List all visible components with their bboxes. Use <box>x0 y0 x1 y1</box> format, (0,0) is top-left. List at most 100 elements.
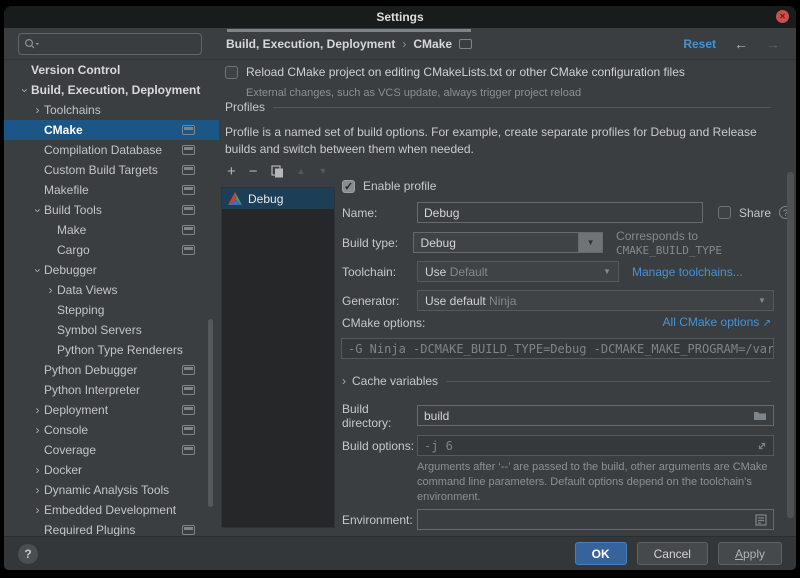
add-profile-button[interactable]: + <box>227 164 236 179</box>
chevron-collapsed-icon[interactable]: › <box>31 404 44 417</box>
build-directory-field[interactable]: build <box>417 405 774 426</box>
sidebar-item-custom-build-targets[interactable]: Custom Build Targets <box>4 160 219 180</box>
combo-arrow-icon[interactable]: ▼ <box>751 296 773 305</box>
sidebar-item-label: Make <box>57 223 86 237</box>
sidebar-item-label: Dynamic Analysis Tools <box>44 483 169 497</box>
move-up-button: ▲ <box>297 164 306 179</box>
screen-icon <box>182 445 195 455</box>
sidebar-item-embedded-development[interactable]: ›Embedded Development <box>4 500 219 520</box>
sidebar-item-cmake[interactable]: CMake <box>4 120 219 140</box>
chevron-expanded-icon[interactable]: › <box>31 204 44 217</box>
sidebar-scrollbar[interactable] <box>208 319 213 507</box>
sidebar-item-label: Cargo <box>57 243 90 257</box>
cache-variables-toggle[interactable]: ›Cache variables <box>342 374 438 388</box>
apply-button[interactable]: Apply <box>718 542 782 565</box>
sidebar-item-version-control[interactable]: Version Control <box>4 60 219 80</box>
sidebar-item-deployment[interactable]: ›Deployment <box>4 400 219 420</box>
sidebar-item-data-views[interactable]: ›Data Views <box>4 280 219 300</box>
cmake-options-field[interactable]: -G Ninja -DCMAKE_BUILD_TYPE=Debug -DCMAK… <box>341 338 774 359</box>
sidebar-item-build-tools[interactable]: ›Build Tools <box>4 200 219 220</box>
sidebar-item-coverage[interactable]: Coverage <box>4 440 219 460</box>
sidebar-item-build-execution-deployment[interactable]: ›Build, Execution, Deployment <box>4 80 219 100</box>
search-input[interactable] <box>43 37 196 51</box>
build-options-field[interactable]: -j 6 <box>417 435 774 456</box>
sidebar-item-label: Docker <box>44 463 82 477</box>
combo-arrow-icon[interactable]: ▼ <box>578 233 602 252</box>
build-type-label: Build type: <box>342 236 413 250</box>
environment-variables-icon[interactable] <box>755 514 767 526</box>
chevron-expanded-icon[interactable]: › <box>18 84 31 97</box>
sidebar-item-python-type-renderers[interactable]: Python Type Renderers <box>4 340 219 360</box>
name-label: Name: <box>342 206 417 220</box>
environment-field[interactable] <box>417 509 774 530</box>
back-arrow-icon[interactable]: ← <box>734 36 748 52</box>
titlebar[interactable]: Settings ✕ <box>4 6 796 28</box>
build-options-label: Build options: <box>342 439 417 453</box>
main-scrollbar[interactable] <box>787 172 794 518</box>
sidebar-item-python-debugger[interactable]: Python Debugger <box>4 360 219 380</box>
share-label: Share <box>739 206 771 220</box>
settings-tree: Version Control›Build, Execution, Deploy… <box>4 60 219 536</box>
folder-icon[interactable] <box>753 410 767 421</box>
close-icon[interactable]: ✕ <box>776 10 789 23</box>
chevron-collapsed-icon[interactable]: › <box>31 504 44 517</box>
sidebar-item-label: Required Plugins <box>44 523 135 536</box>
sidebar-item-make[interactable]: Make <box>4 220 219 240</box>
sidebar-item-cargo[interactable]: Cargo <box>4 240 219 260</box>
section-divider <box>446 381 771 382</box>
chevron-collapsed-icon[interactable]: › <box>44 284 57 297</box>
sidebar-item-label: Data Views <box>57 283 117 297</box>
enable-profile-label: Enable profile <box>363 179 436 193</box>
sidebar-item-toolchains[interactable]: ›Toolchains <box>4 100 219 120</box>
sidebar-item-python-interpreter[interactable]: Python Interpreter <box>4 380 219 400</box>
breadcrumb-item[interactable]: Build, Execution, Deployment <box>226 37 395 51</box>
move-down-button: ▼ <box>318 164 327 179</box>
reload-cmake-checkbox[interactable] <box>225 66 238 79</box>
sidebar-item-label: Version Control <box>31 63 120 77</box>
build-type-select[interactable]: Debug ▼ <box>413 232 604 253</box>
sidebar-item-label: Build Tools <box>44 203 102 217</box>
sidebar-item-dynamic-analysis-tools[interactable]: ›Dynamic Analysis Tools <box>4 480 219 500</box>
sidebar-item-console[interactable]: ›Console <box>4 420 219 440</box>
chevron-expanded-icon[interactable]: › <box>31 264 44 277</box>
enable-profile-checkbox[interactable] <box>342 180 355 193</box>
chevron-collapsed-icon[interactable]: › <box>31 104 44 117</box>
ok-button[interactable]: OK <box>575 542 627 565</box>
profile-list-item-debug[interactable]: Debug <box>222 188 334 209</box>
cmake-settings-panel: Reload CMake project on editing CMakeLis… <box>219 60 796 536</box>
screen-icon <box>182 225 195 235</box>
share-checkbox[interactable] <box>718 206 731 219</box>
sidebar-item-debugger[interactable]: ›Debugger <box>4 260 219 280</box>
forward-arrow-icon: → <box>766 36 780 52</box>
sidebar-item-symbol-servers[interactable]: Symbol Servers <box>4 320 219 340</box>
remove-profile-button[interactable]: − <box>249 164 258 179</box>
combo-arrow-icon[interactable]: ▼ <box>596 267 618 276</box>
reset-button[interactable]: Reset <box>683 37 716 51</box>
sidebar-item-compilation-database[interactable]: Compilation Database <box>4 140 219 160</box>
sidebar-item-label: Python Type Renderers <box>57 343 183 357</box>
profiles-description: Profile is a named set of build options.… <box>225 124 785 158</box>
help-button[interactable]: ? <box>18 544 38 564</box>
toolchain-select[interactable]: Use Default ▼ <box>417 261 619 282</box>
generator-select[interactable]: Use default Ninja ▼ <box>417 290 774 311</box>
breadcrumb-item-current: CMake <box>413 37 452 51</box>
search-box[interactable] <box>18 33 202 55</box>
sidebar-item-required-plugins[interactable]: Required Plugins <box>4 520 219 536</box>
cmake-options-label: CMake options: <box>342 316 425 330</box>
cancel-button[interactable]: Cancel <box>637 542 708 565</box>
manage-toolchains-link[interactable]: Manage toolchains... <box>632 265 743 279</box>
name-field[interactable]: Debug <box>417 202 703 223</box>
section-divider <box>273 107 771 108</box>
sidebar-item-label: Custom Build Targets <box>44 163 158 177</box>
expand-icon[interactable] <box>757 441 767 451</box>
sidebar-item-label: Build, Execution, Deployment <box>31 83 200 97</box>
sidebar-item-stepping[interactable]: Stepping <box>4 300 219 320</box>
sidebar-item-docker[interactable]: ›Docker <box>4 460 219 480</box>
chevron-collapsed-icon[interactable]: › <box>31 464 44 477</box>
environment-label: Environment: <box>342 513 417 527</box>
copy-profile-button[interactable] <box>271 165 284 178</box>
sidebar-item-makefile[interactable]: Makefile <box>4 180 219 200</box>
chevron-collapsed-icon[interactable]: › <box>31 484 44 497</box>
chevron-collapsed-icon[interactable]: › <box>31 424 44 437</box>
all-cmake-options-link[interactable]: All CMake options ↗ <box>663 315 771 329</box>
